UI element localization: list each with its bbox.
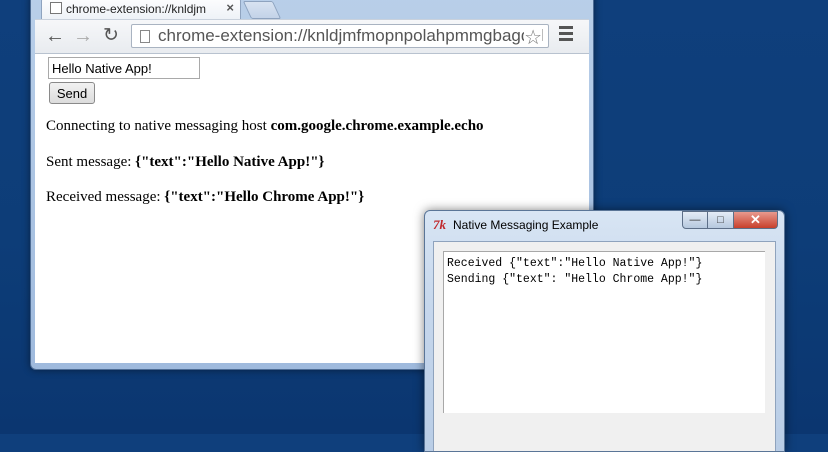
log-line-received: Received {"text":"Hello Native App!"} bbox=[447, 257, 703, 270]
received-value: {"text":"Hello Chrome App!"} bbox=[164, 189, 365, 205]
forward-icon[interactable]: → bbox=[73, 26, 93, 46]
window-title: Native Messaging Example bbox=[453, 218, 599, 232]
received-label: Received message: bbox=[46, 189, 165, 205]
status-received: Received message: {"text":"Hello Chrome … bbox=[46, 189, 364, 206]
send-button[interactable]: Send bbox=[49, 82, 95, 104]
page-favicon-icon bbox=[50, 2, 62, 14]
browser-tab[interactable]: chrome-extension://knldjm × bbox=[41, 0, 241, 19]
browser-toolbar: ← → ↻ chrome-extension://knldjmfmopnpola… bbox=[35, 19, 589, 54]
bookmark-star-icon[interactable]: ☆ bbox=[524, 25, 542, 47]
window-titlebar[interactable]: 7k Native Messaging Example — □ ✕ bbox=[425, 211, 784, 239]
sent-label: Sent message: bbox=[46, 154, 136, 170]
chrome-menu-icon[interactable] bbox=[559, 26, 573, 44]
native-messaging-window: 7k Native Messaging Example — □ ✕ Receiv… bbox=[424, 210, 785, 452]
log-textbox[interactable]: Received {"text":"Hello Native App!"} Se… bbox=[443, 251, 765, 413]
minimize-button[interactable]: — bbox=[682, 211, 708, 229]
sent-value: {"text":"Hello Native App!"} bbox=[135, 154, 325, 170]
page-icon bbox=[140, 29, 150, 43]
status-connecting: Connecting to native messaging host com.… bbox=[46, 118, 484, 135]
log-line-sending: Sending {"text": "Hello Chrome App!"} bbox=[447, 273, 703, 286]
back-icon[interactable]: ← bbox=[45, 26, 65, 46]
message-input[interactable] bbox=[48, 57, 200, 79]
tab-title: chrome-extension://knldjm bbox=[66, 1, 207, 16]
tab-close-icon[interactable]: × bbox=[226, 0, 234, 15]
window-body: Received {"text":"Hello Native App!"} Se… bbox=[433, 241, 776, 451]
host-name: com.google.chrome.example.echo bbox=[270, 118, 484, 134]
window-controls: — □ ✕ bbox=[682, 211, 778, 229]
new-tab-button[interactable] bbox=[242, 1, 282, 19]
url-text[interactable]: chrome-extension://knldjmfmopnpolahpmmgb… bbox=[158, 26, 544, 46]
maximize-button[interactable]: □ bbox=[708, 211, 734, 229]
connecting-label: Connecting to native messaging host bbox=[46, 118, 271, 134]
reload-icon[interactable]: ↻ bbox=[103, 26, 119, 46]
address-bar[interactable]: chrome-extension://knldjmfmopnpolahpmmgb… bbox=[131, 24, 549, 48]
close-button[interactable]: ✕ bbox=[734, 211, 778, 229]
tk-feather-icon: 7k bbox=[433, 217, 446, 232]
status-sent: Sent message: {"text":"Hello Native App!… bbox=[46, 154, 324, 171]
